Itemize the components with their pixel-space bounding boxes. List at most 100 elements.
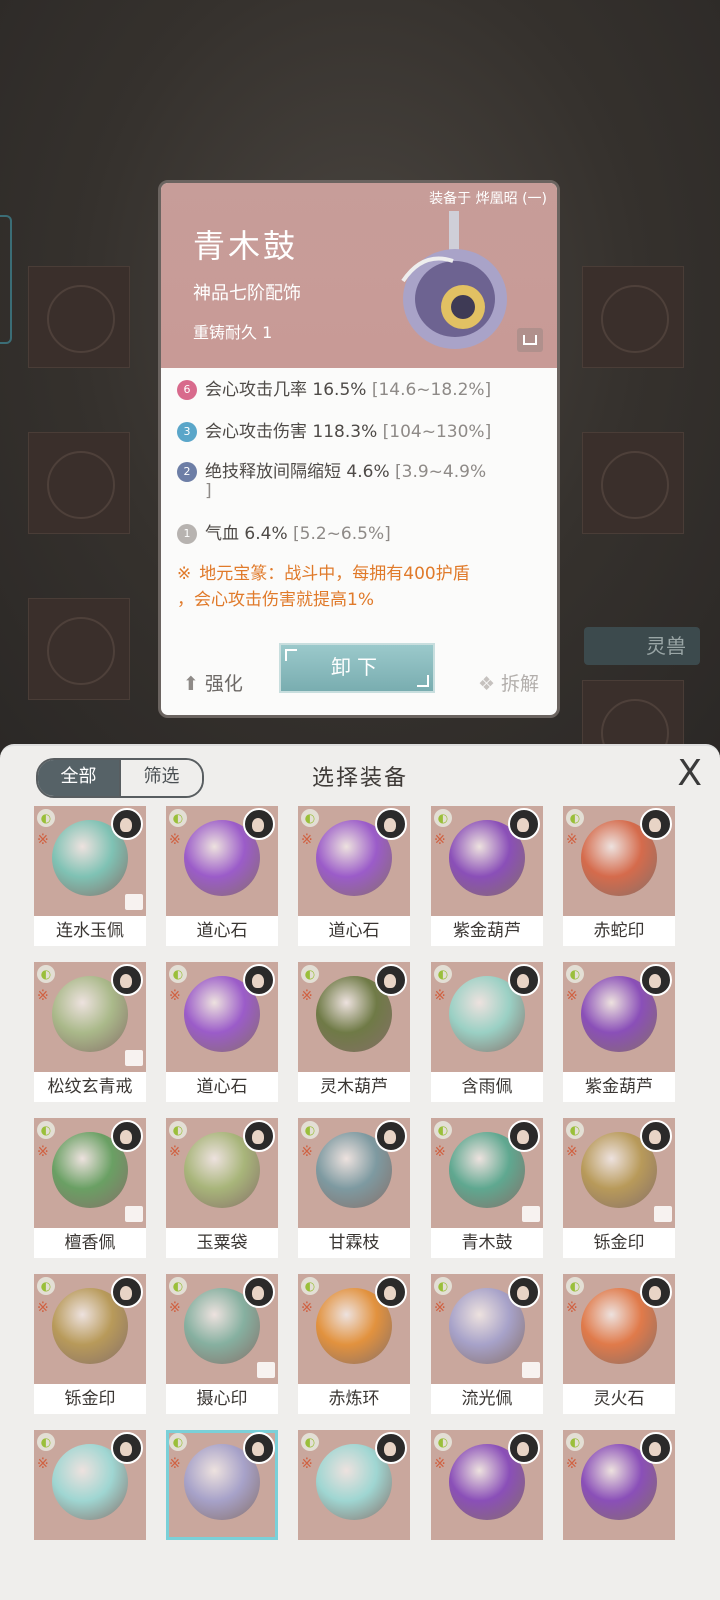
- equipment-name: 连水玉佩: [34, 916, 146, 946]
- equipment-card[interactable]: ◐ ※ 赤蛇印: [563, 806, 675, 946]
- set-icon: ※: [169, 988, 181, 1004]
- set-icon: ※: [566, 832, 578, 848]
- equipment-card[interactable]: ◐ ※ 紫金葫芦: [563, 962, 675, 1102]
- item-name: 青木鼓: [193, 227, 299, 265]
- equip-slot[interactable]: [28, 432, 130, 534]
- equipment-art: ◐ ※: [166, 1274, 278, 1384]
- equipment-card[interactable]: ◐ ※ 流光佩: [431, 1274, 543, 1414]
- dismantle-button[interactable]: 拆解: [478, 669, 539, 696]
- equipment-card[interactable]: ◐ ※ 道心石: [166, 806, 278, 946]
- equipment-name: 青木鼓: [431, 1228, 543, 1258]
- special-effect: ※ 地元宝篆：战斗中，每拥有400护盾 ，会心攻击伤害就提高1%: [177, 561, 537, 613]
- equipment-card[interactable]: ◐ ※ 道心石: [166, 962, 278, 1102]
- item-detail-popup: 装备于 烨凰昭 (一) 青木鼓 神品七阶配饰 重铸耐久 1 6 会心攻击几率 16…: [158, 180, 560, 718]
- equipment-name: 赤蛇印: [563, 916, 675, 946]
- equipment-card[interactable]: ◐ ※ 摄心印: [166, 1274, 278, 1414]
- equip-slot[interactable]: [582, 432, 684, 534]
- equip-slot[interactable]: [582, 266, 684, 368]
- set-icon: ※: [434, 1300, 446, 1316]
- equipment-art: ◐ ※: [563, 1274, 675, 1384]
- spirit-beast-button[interactable]: 灵兽: [584, 627, 700, 665]
- equipment-card[interactable]: ◐ ※ 铄金印: [34, 1274, 146, 1414]
- equipment-art: ◐ ※: [166, 962, 278, 1072]
- element-icon: ◐: [434, 965, 452, 983]
- equipment-art: ◐ ※: [431, 806, 543, 916]
- equipment-card[interactable]: ◐ ※ 紫金葫芦: [431, 806, 543, 946]
- element-icon: ◐: [434, 1121, 452, 1139]
- owner-avatar: [640, 1432, 672, 1464]
- equipment-art: ◐ ※: [431, 1274, 543, 1384]
- equipment-card[interactable]: ◐ ※: [431, 1430, 543, 1570]
- stat-text: 绝技释放间隔缩短 4.6%: [205, 462, 390, 482]
- equipment-name: 甘霖枝: [298, 1228, 410, 1258]
- equipment-card[interactable]: ◐ ※ 青木鼓: [431, 1118, 543, 1258]
- stat-line: 1 气血 6.4% [5.2~6.5%]: [177, 519, 391, 544]
- lock-icon: [125, 1050, 143, 1066]
- equipment-name: 灵木葫芦: [298, 1072, 410, 1102]
- equipment-art: ◐ ※: [563, 806, 675, 916]
- lock-icon[interactable]: [517, 328, 543, 352]
- element-icon: ◐: [37, 809, 55, 827]
- equipment-card[interactable]: ◐ ※: [166, 1430, 278, 1570]
- equipment-card[interactable]: ◐ ※ 灵木葫芦: [298, 962, 410, 1102]
- equipment-name: 紫金葫芦: [563, 1072, 675, 1102]
- equipment-name: 道心石: [166, 916, 278, 946]
- equipment-card[interactable]: ◐ ※ 檀香佩: [34, 1118, 146, 1258]
- special-effect-icon: ※: [177, 564, 192, 584]
- equipment-name: 紫金葫芦: [431, 916, 543, 946]
- equipment-card[interactable]: ◐ ※ 道心石: [298, 806, 410, 946]
- element-icon: ◐: [301, 1433, 319, 1451]
- owner-avatar: [375, 1432, 407, 1464]
- owner-avatar: [111, 1276, 143, 1308]
- set-icon: ※: [566, 1144, 578, 1160]
- element-icon: ◐: [169, 965, 187, 983]
- panel-title: 选择装备: [311, 766, 408, 791]
- equipment-art: ◐ ※: [34, 806, 146, 916]
- equipment-card[interactable]: ◐ ※: [298, 1430, 410, 1570]
- set-icon: ※: [37, 988, 49, 1004]
- stat-wrap: ]: [205, 481, 212, 501]
- side-tab[interactable]: [0, 215, 12, 344]
- set-icon: ※: [434, 1144, 446, 1160]
- unequip-button[interactable]: 卸下: [279, 643, 435, 693]
- owner-avatar: [243, 964, 275, 996]
- equipment-card[interactable]: ◐ ※ 赤炼环: [298, 1274, 410, 1414]
- owner-avatar: [111, 808, 143, 840]
- item-detail-header: 装备于 烨凰昭 (一) 青木鼓 神品七阶配饰 重铸耐久 1: [161, 183, 557, 368]
- equipment-card[interactable]: ◐ ※ 含雨佩: [431, 962, 543, 1102]
- equip-slot[interactable]: [28, 266, 130, 368]
- equipment-name: 灵火石: [563, 1384, 675, 1414]
- lock-icon: [522, 1206, 540, 1222]
- equipment-art: ◐ ※: [298, 962, 410, 1072]
- equipment-card[interactable]: ◐ ※ 铄金印: [563, 1118, 675, 1258]
- set-icon: ※: [169, 1144, 181, 1160]
- equipment-name: 玉粟袋: [166, 1228, 278, 1258]
- owner-avatar: [640, 964, 672, 996]
- stat-text: 会心攻击伤害 118.3%: [205, 422, 378, 442]
- equipment-name: 铄金印: [563, 1228, 675, 1258]
- equipment-select-panel: 全部 筛选 选择装备 X ◐ ※ 连水玉佩 ◐ ※ 道心石 ◐ ※ 道心石 ◐ ※ 紫金葫芦 ◐ ※ 赤蛇印…: [0, 744, 720, 1600]
- equipment-card[interactable]: ◐ ※ 连水玉佩: [34, 806, 146, 946]
- owner-avatar: [508, 808, 540, 840]
- owner-avatar: [375, 964, 407, 996]
- equipment-art: ◐ ※: [34, 962, 146, 1072]
- set-icon: ※: [169, 1456, 181, 1472]
- set-icon: ※: [301, 1300, 313, 1316]
- equipment-card[interactable]: ◐ ※ 玉粟袋: [166, 1118, 278, 1258]
- owner-avatar: [111, 964, 143, 996]
- lock-icon: [125, 894, 143, 910]
- stat-line: 2 绝技释放间隔缩短 4.6% [3.9~4.9%: [177, 457, 486, 482]
- equipment-card[interactable]: ◐ ※ 甘霖枝: [298, 1118, 410, 1258]
- set-icon: ※: [169, 832, 181, 848]
- stat-rank-badge: 2: [177, 462, 197, 482]
- equipment-name: 赤炼环: [298, 1384, 410, 1414]
- enhance-button[interactable]: 强化: [183, 669, 243, 696]
- special-effect-line2: ，会心攻击伤害就提高1%: [177, 590, 374, 610]
- equipment-card[interactable]: ◐ ※: [563, 1430, 675, 1570]
- equip-slot[interactable]: [28, 598, 130, 700]
- equipment-card[interactable]: ◐ ※ 松纹玄青戒: [34, 962, 146, 1102]
- set-icon: ※: [566, 1456, 578, 1472]
- equipment-card[interactable]: ◐ ※: [34, 1430, 146, 1570]
- equipment-card[interactable]: ◐ ※ 灵火石: [563, 1274, 675, 1414]
- close-icon[interactable]: X: [677, 754, 702, 794]
